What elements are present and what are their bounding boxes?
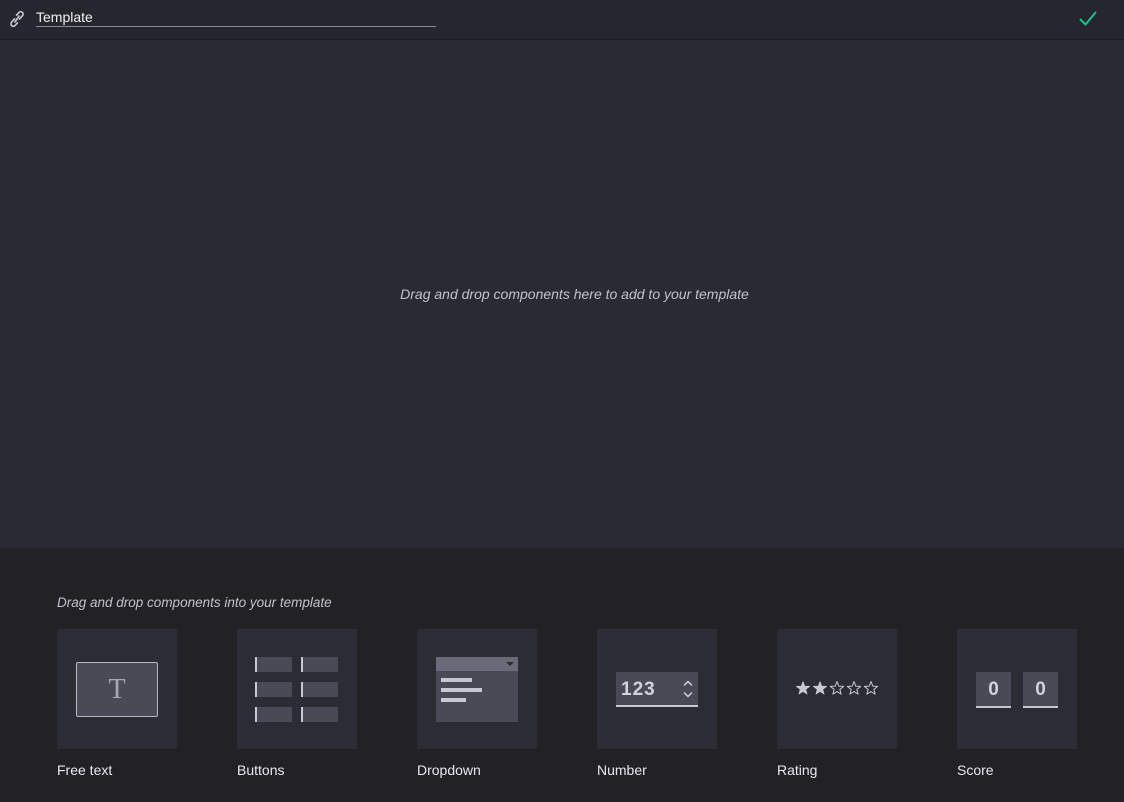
checkmark-icon[interactable] — [1078, 9, 1098, 29]
dropdown-preview-icon — [436, 657, 518, 722]
stepper-arrows-icon — [683, 680, 693, 698]
template-title-input[interactable] — [36, 8, 436, 27]
component-free-text[interactable]: T Free text — [57, 629, 177, 778]
rating-preview-icon — [796, 681, 879, 695]
link-icon — [10, 10, 24, 28]
star-filled-icon — [796, 681, 810, 695]
dropdown-tile[interactable] — [417, 629, 537, 749]
components-panel: Drag and drop components into your templ… — [0, 548, 1124, 802]
text-field-preview-icon: T — [76, 662, 158, 717]
component-label: Dropdown — [417, 762, 481, 778]
star-empty-icon — [829, 681, 845, 695]
component-dropdown[interactable]: Dropdown — [417, 629, 537, 778]
number-tile[interactable]: 123 — [597, 629, 717, 749]
buttons-tile[interactable] — [237, 629, 357, 749]
component-rating[interactable]: Rating — [777, 629, 897, 778]
template-drop-zone[interactable]: Drag and drop components here to add to … — [0, 40, 1124, 548]
component-buttons[interactable]: Buttons — [237, 629, 357, 778]
rating-tile[interactable] — [777, 629, 897, 749]
number-preview-value: 123 — [621, 679, 656, 700]
star-filled-icon — [813, 681, 827, 695]
component-label: Number — [597, 762, 647, 778]
number-preview-icon: 123 — [616, 672, 698, 707]
component-label: Rating — [777, 762, 818, 778]
component-label: Buttons — [237, 762, 285, 778]
star-empty-icon — [863, 681, 879, 695]
score-preview-away: 0 — [1023, 672, 1058, 708]
component-score[interactable]: 0 0 Score — [957, 629, 1077, 778]
component-number[interactable]: 123 Number — [597, 629, 717, 778]
star-empty-icon — [846, 681, 862, 695]
drop-zone-hint: Drag and drop components here to add to … — [400, 286, 749, 302]
free-text-tile[interactable]: T — [57, 629, 177, 749]
component-label: Free text — [57, 762, 113, 778]
component-label: Score — [957, 762, 994, 778]
score-tile[interactable]: 0 0 — [957, 629, 1077, 749]
caret-down-icon — [506, 662, 514, 666]
top-bar — [0, 0, 1124, 40]
components-panel-hint: Drag and drop components into your templ… — [57, 595, 332, 610]
score-preview-home: 0 — [976, 672, 1011, 708]
